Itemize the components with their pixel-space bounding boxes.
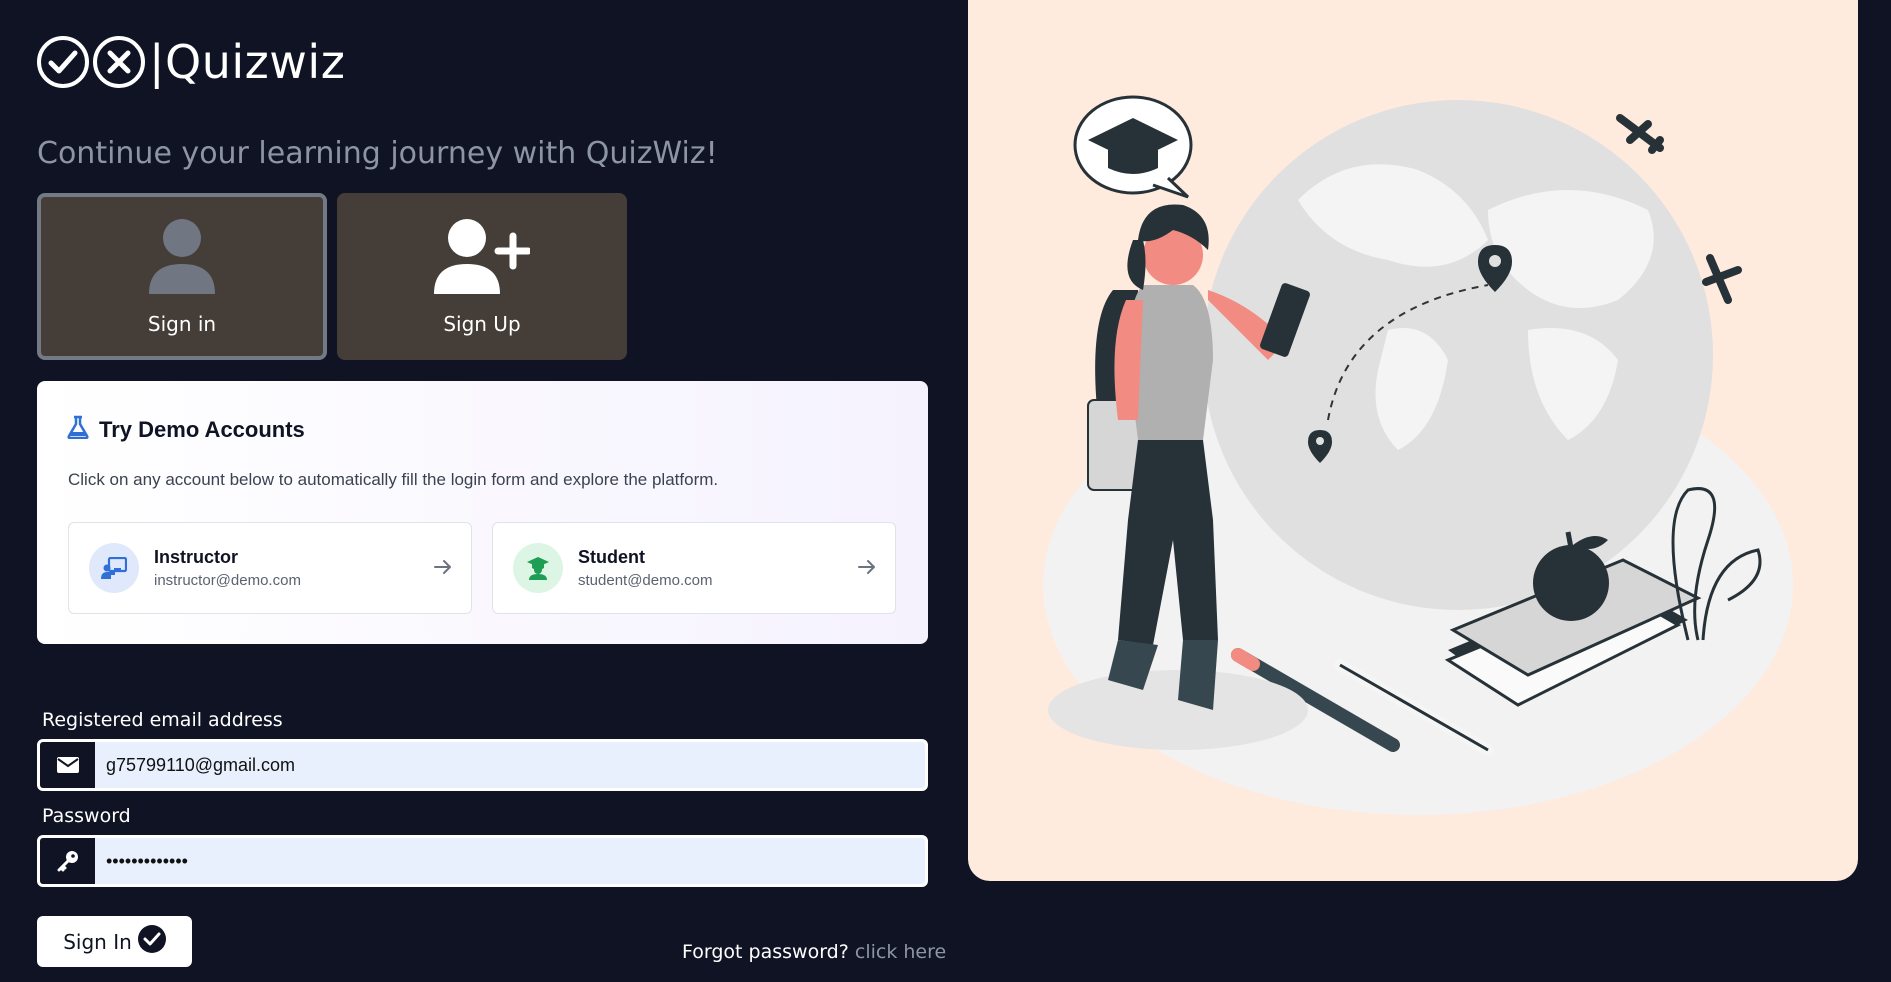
key-icon: [40, 838, 95, 884]
logo-text: |Quizwiz: [149, 35, 346, 89]
sign-up-tab[interactable]: Sign Up: [337, 193, 627, 360]
demo-account-student[interactable]: Student student@demo.com: [492, 522, 896, 614]
check-circle-icon: [137, 925, 166, 958]
email-input[interactable]: [95, 742, 925, 788]
password-field-group: [37, 835, 928, 887]
tagline: Continue your learning journey with Quiz…: [37, 136, 718, 171]
illustration-panel: [968, 0, 1858, 881]
demo-title: Try Demo Accounts: [67, 415, 305, 445]
arrow-right-icon: [433, 557, 453, 581]
demo-accounts-card: Try Demo Accounts Click on any account b…: [37, 381, 928, 644]
account-role: Student: [578, 547, 645, 567]
forgot-password: Forgot password? click here: [682, 941, 946, 963]
demo-account-instructor[interactable]: Instructor instructor@demo.com: [68, 522, 472, 614]
forgot-password-text: Forgot password?: [682, 941, 849, 963]
sign-in-tab[interactable]: Sign in: [37, 193, 327, 360]
email-field-group: [37, 739, 928, 791]
graduate-icon: [513, 543, 563, 593]
flask-icon: [67, 415, 89, 445]
account-email: student@demo.com: [578, 572, 713, 589]
demo-title-text: Try Demo Accounts: [99, 417, 305, 442]
check-circle-icon: [37, 36, 89, 88]
arrow-right-icon: [857, 557, 877, 581]
app-logo: |Quizwiz: [37, 30, 345, 94]
forgot-password-link[interactable]: click here: [855, 941, 946, 963]
sign-in-button-label: Sign In: [63, 929, 132, 954]
password-label: Password: [42, 805, 131, 827]
user-icon: [147, 218, 217, 300]
sign-up-tab-label: Sign Up: [443, 311, 521, 336]
chalkboard-teacher-icon: [89, 543, 139, 593]
sign-in-tab-label: Sign in: [147, 311, 217, 336]
demo-description: Click on any account below to automatica…: [68, 470, 719, 489]
account-email: instructor@demo.com: [154, 572, 301, 589]
password-input[interactable]: [95, 838, 925, 884]
email-label: Registered email address: [42, 709, 283, 731]
user-plus-icon: [434, 218, 532, 300]
account-role: Instructor: [154, 547, 239, 567]
sign-in-button[interactable]: Sign In: [37, 916, 192, 967]
envelope-icon: [40, 742, 95, 788]
x-circle-icon: [93, 36, 145, 88]
learning-journey-illustration: [1043, 95, 1793, 815]
